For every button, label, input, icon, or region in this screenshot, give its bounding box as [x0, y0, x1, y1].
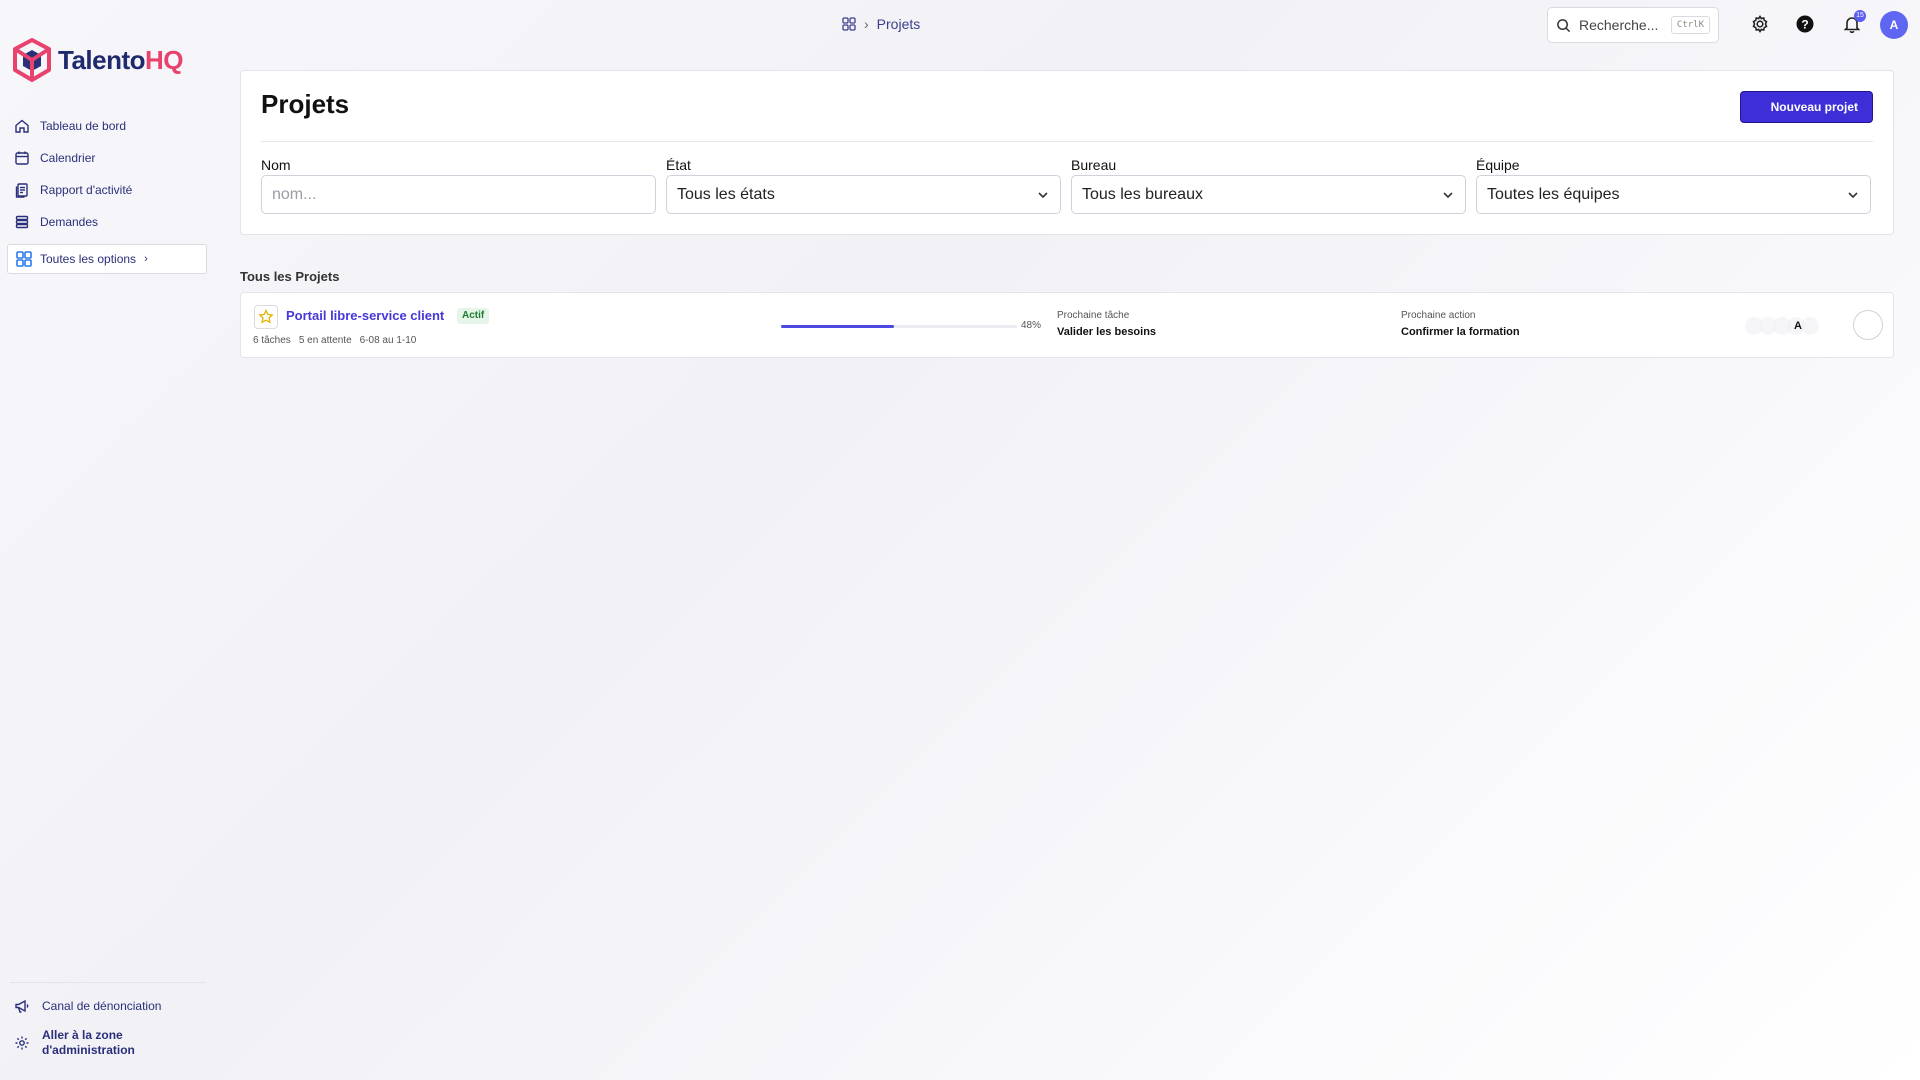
next-action: Prochaine action Confirmer la formation	[1401, 310, 1520, 338]
admin-label-line1: Aller à la zone	[42, 1028, 123, 1042]
sidebar-item-dashboard[interactable]: Tableau de bord	[14, 110, 204, 142]
sidebar-item-label: Canal de dénonciation	[42, 999, 162, 1013]
search-input[interactable]: Recherche... CtrlK	[1547, 7, 1719, 43]
sidebar-item-label: Tableau de bord	[40, 119, 127, 133]
filter-office: Bureau Tous les bureaux	[1071, 157, 1466, 214]
cube-logo-icon	[13, 38, 51, 82]
logo-text-accent: HQ	[145, 44, 184, 75]
office-select-value: Tous les bureaux	[1082, 185, 1203, 203]
sidebar-item-whistleblowing[interactable]: Canal de dénonciation	[14, 998, 204, 1014]
home-icon	[15, 119, 29, 133]
chevron-right-icon: ›	[864, 16, 869, 32]
sidebar-item-label: Demandes	[40, 215, 99, 229]
progress-fill	[781, 325, 895, 328]
all-options-label: Toutes les options	[40, 252, 137, 266]
all-options-button[interactable]: Toutes les options ›	[7, 244, 207, 274]
search-placeholder: Recherche...	[1579, 17, 1659, 33]
sidebar-divider	[10, 982, 206, 983]
projects-header-card: Projets Nouveau projet Nom nom... État T…	[240, 70, 1894, 235]
next-task-value: Valider les besoins	[1057, 326, 1157, 338]
next-task: Prochaine tâche Valider les besoins	[1057, 310, 1156, 338]
assignee-avatars: A	[1745, 317, 1819, 335]
page-title: Projets	[261, 89, 350, 119]
favorite-button[interactable]	[254, 305, 278, 329]
card-divider	[261, 141, 1873, 142]
new-project-button[interactable]: Nouveau projet	[1739, 91, 1873, 123]
logo-text-main: Talento	[58, 44, 146, 75]
filter-label: État	[666, 157, 691, 173]
name-field-placeholder: nom...	[272, 185, 317, 203]
breadcrumb: › Projets	[842, 16, 920, 32]
filter-label: Nom	[261, 157, 291, 173]
sidebar-item-calendar[interactable]: Calendrier	[14, 142, 204, 174]
chevron-down-icon	[1038, 191, 1048, 198]
progress-bar	[781, 325, 1017, 328]
chevron-down-icon	[1848, 191, 1858, 198]
search-icon	[1557, 18, 1571, 32]
filter-team: Équipe Toutes les équipes	[1476, 157, 1871, 214]
filter-name: Nom nom...	[261, 157, 656, 214]
report-icon	[15, 183, 28, 198]
sidebar-item-requests[interactable]: Demandes	[14, 206, 204, 238]
next-action-label: Prochaine action	[1401, 310, 1476, 321]
team-select-value: Toutes les équipes	[1487, 185, 1620, 203]
progress-percent: 48%	[1021, 320, 1042, 331]
breadcrumb-current[interactable]: Projets	[877, 16, 921, 32]
logo-text: TalentoHQ	[58, 44, 184, 76]
chevron-right-icon: ›	[144, 253, 148, 265]
settings-icon[interactable]	[1750, 14, 1770, 34]
notification-badge: 15	[1854, 10, 1866, 22]
pending-count: 5 en attente	[298, 335, 352, 346]
calendar-icon	[15, 151, 29, 165]
project-name-link[interactable]: Portail libre-service client	[286, 308, 444, 323]
sidebar: TalentoHQ Tableau de bord Calendrier Rap…	[0, 0, 214, 1080]
select-circle-button[interactable]	[1853, 310, 1883, 340]
help-icon[interactable]: ?	[1795, 14, 1815, 34]
project-meta: 6 tâches 5 en attente 6-08 au 1-10	[253, 335, 416, 346]
team-select[interactable]: Toutes les équipes	[1476, 175, 1871, 214]
sidebar-item-label: Calendrier	[40, 151, 96, 165]
task-count: 6 tâches	[253, 335, 291, 346]
megaphone-icon	[15, 999, 29, 1013]
stack-icon	[15, 215, 29, 229]
filter-state: État Tous les états	[666, 157, 1061, 214]
sidebar-nav: Tableau de bord Calendrier Rapport d'act…	[14, 110, 204, 238]
next-action-value: Confirmer la formation	[1401, 326, 1520, 338]
chevron-down-icon	[1443, 191, 1453, 198]
filter-label: Bureau	[1071, 157, 1117, 173]
office-select[interactable]: Tous les bureaux	[1071, 175, 1466, 214]
date-range: 6-08 au 1-10	[359, 335, 417, 346]
sidebar-item-admin-zone[interactable]: Aller à la zone d'administration	[14, 1028, 204, 1058]
logo[interactable]: TalentoHQ	[12, 38, 184, 82]
next-task-label: Prochaine tâche	[1057, 310, 1130, 321]
admin-label-line2: d'administration	[42, 1043, 135, 1057]
sidebar-item-activity-report[interactable]: Rapport d'activité	[14, 174, 204, 206]
state-select-value: Tous les états	[677, 185, 775, 203]
sidebar-item-label: Rapport d'activité	[40, 183, 133, 197]
assignee-initial: A	[1794, 320, 1802, 332]
star-icon	[258, 309, 274, 324]
sidebar-item-label: Aller à la zone d'administration	[42, 1028, 135, 1058]
filter-label: Équipe	[1476, 157, 1520, 173]
status-badge: Actif	[457, 308, 490, 324]
name-field[interactable]: nom...	[261, 175, 656, 214]
sidebar-bottom-nav: Canal de dénonciation Aller à la zone d'…	[14, 998, 204, 1058]
svg-text:?: ?	[1801, 17, 1808, 31]
avatar[interactable]: A	[1880, 11, 1908, 39]
list-item[interactable]: Portail libre-service client Actif 6 tâc…	[240, 292, 1894, 358]
gear-icon	[15, 1036, 29, 1050]
apps-grid-icon[interactable]	[842, 17, 856, 31]
grid-icon	[16, 251, 32, 267]
section-title: Tous les Projets	[240, 269, 340, 284]
state-select[interactable]: Tous les états	[666, 175, 1061, 214]
new-project-label: Nouveau projet	[1770, 100, 1858, 114]
shortcut-hint: CtrlK	[1670, 16, 1710, 34]
